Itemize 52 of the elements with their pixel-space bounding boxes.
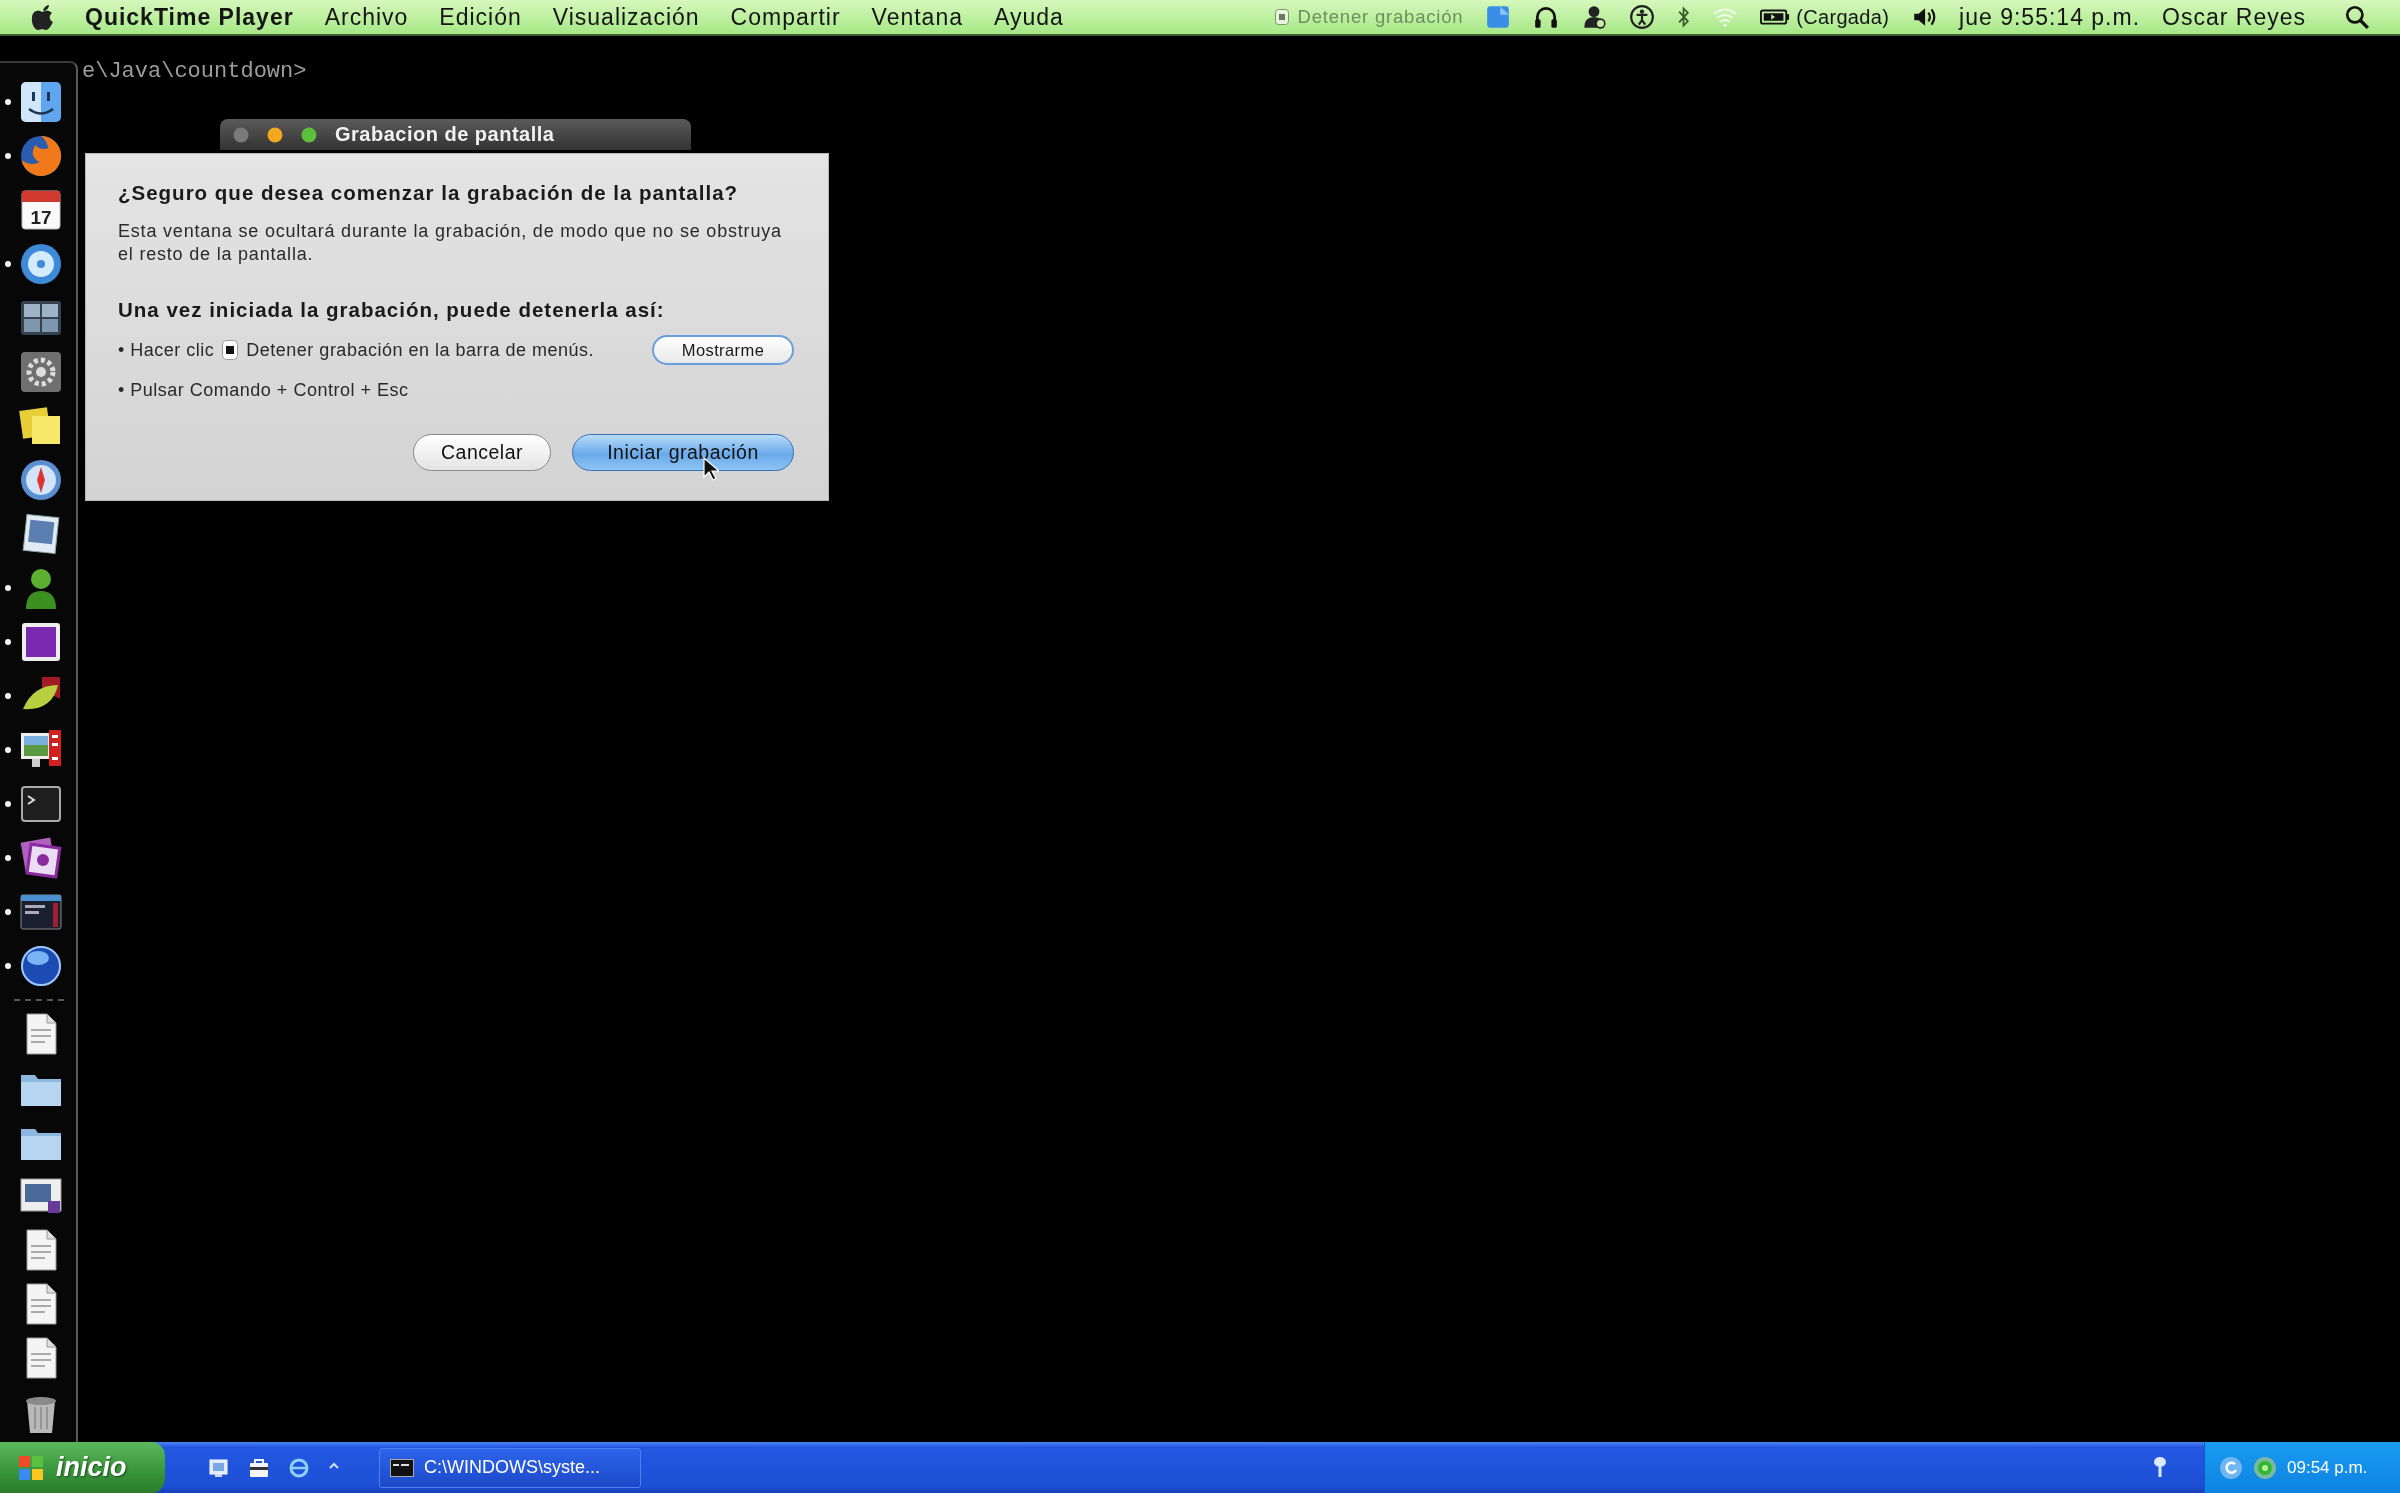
compass-icon[interactable] bbox=[18, 457, 64, 503]
menu-item[interactable]: Archivo bbox=[324, 3, 409, 31]
gear-icon[interactable] bbox=[18, 349, 64, 395]
calendar-icon[interactable]: 17 bbox=[18, 187, 64, 233]
dialog-button[interactable]: Cancelar bbox=[413, 434, 551, 471]
menu-item[interactable]: Visualización bbox=[552, 3, 700, 31]
dialog-message: Esta ventana se ocultará durante la grabación, de modo que no se obstruya el resto de la pantalla. bbox=[118, 220, 783, 266]
battery-icon[interactable] bbox=[1760, 7, 1791, 27]
taskbar-clock: 09:54 p.m. bbox=[2287, 1457, 2368, 1478]
step-text: Detener grabación en la barra de menús. bbox=[246, 339, 595, 361]
stop-icon[interactable] bbox=[1274, 9, 1289, 25]
browser-icon[interactable] bbox=[288, 1456, 310, 1479]
person-icon[interactable] bbox=[1581, 4, 1608, 30]
smiley-square-icon[interactable] bbox=[18, 79, 64, 125]
headphones-icon[interactable] bbox=[1533, 4, 1560, 30]
menu-item[interactable]: Ayuda bbox=[994, 3, 1064, 31]
ring-icon[interactable] bbox=[2253, 1455, 2277, 1480]
desktop-icon[interactable] bbox=[208, 1456, 230, 1479]
menu-item[interactable]: Edición bbox=[439, 3, 522, 31]
photo-stack-icon[interactable] bbox=[18, 835, 64, 881]
taskbar-task-button[interactable]: C:\WINDOWS\syste... bbox=[379, 1447, 641, 1488]
refresh-icon[interactable] bbox=[2219, 1455, 2243, 1480]
terminal-prompt: e\Java\countdown> bbox=[82, 60, 307, 84]
dialog-subheading: Una vez iniciada la grabación, puede detenerla así: bbox=[118, 298, 666, 322]
bluetooth-icon[interactable] bbox=[1677, 4, 1691, 30]
start-button[interactable]: inicio bbox=[0, 1442, 165, 1493]
step-text: • Hacer clic bbox=[118, 339, 215, 361]
browser-globe-icon[interactable] bbox=[18, 133, 64, 179]
user-menu[interactable]: Oscar Reyes bbox=[2162, 3, 2306, 31]
window-title: Grabacion de pantalla bbox=[335, 123, 555, 146]
show-me-button[interactable]: Mostrarme bbox=[652, 335, 794, 365]
menu-item[interactable]: Compartir bbox=[730, 3, 841, 31]
console-icon bbox=[390, 1458, 414, 1477]
tile-icon[interactable] bbox=[1485, 4, 1512, 30]
menu-item[interactable]: Ventana bbox=[871, 3, 963, 31]
menu-clock[interactable]: jue 9:55:14 p.m. bbox=[1959, 3, 2141, 31]
accessibility-icon[interactable] bbox=[1629, 4, 1656, 30]
apple-icon[interactable] bbox=[30, 3, 54, 31]
briefcase-icon[interactable] bbox=[248, 1456, 270, 1479]
flag-icon bbox=[18, 1454, 44, 1481]
zoom-icon[interactable] bbox=[301, 126, 317, 143]
stop-icon bbox=[222, 340, 239, 360]
globe-icon[interactable] bbox=[18, 943, 64, 989]
dialog-button[interactable]: Iniciar grabación bbox=[572, 434, 794, 471]
battery-status: (Cargada) bbox=[1796, 5, 1890, 29]
app-menu[interactable]: QuickTime Player bbox=[85, 3, 294, 31]
dialog-heading: ¿Seguro que desea comenzar la grabación de la pantalla? bbox=[118, 181, 740, 205]
minimize-icon[interactable] bbox=[267, 126, 283, 143]
music-disc-icon[interactable] bbox=[18, 241, 64, 287]
close-icon[interactable] bbox=[233, 126, 249, 143]
search-icon[interactable] bbox=[2344, 4, 2370, 30]
step-text: • Pulsar Comando + Control + Esc bbox=[118, 379, 410, 402]
